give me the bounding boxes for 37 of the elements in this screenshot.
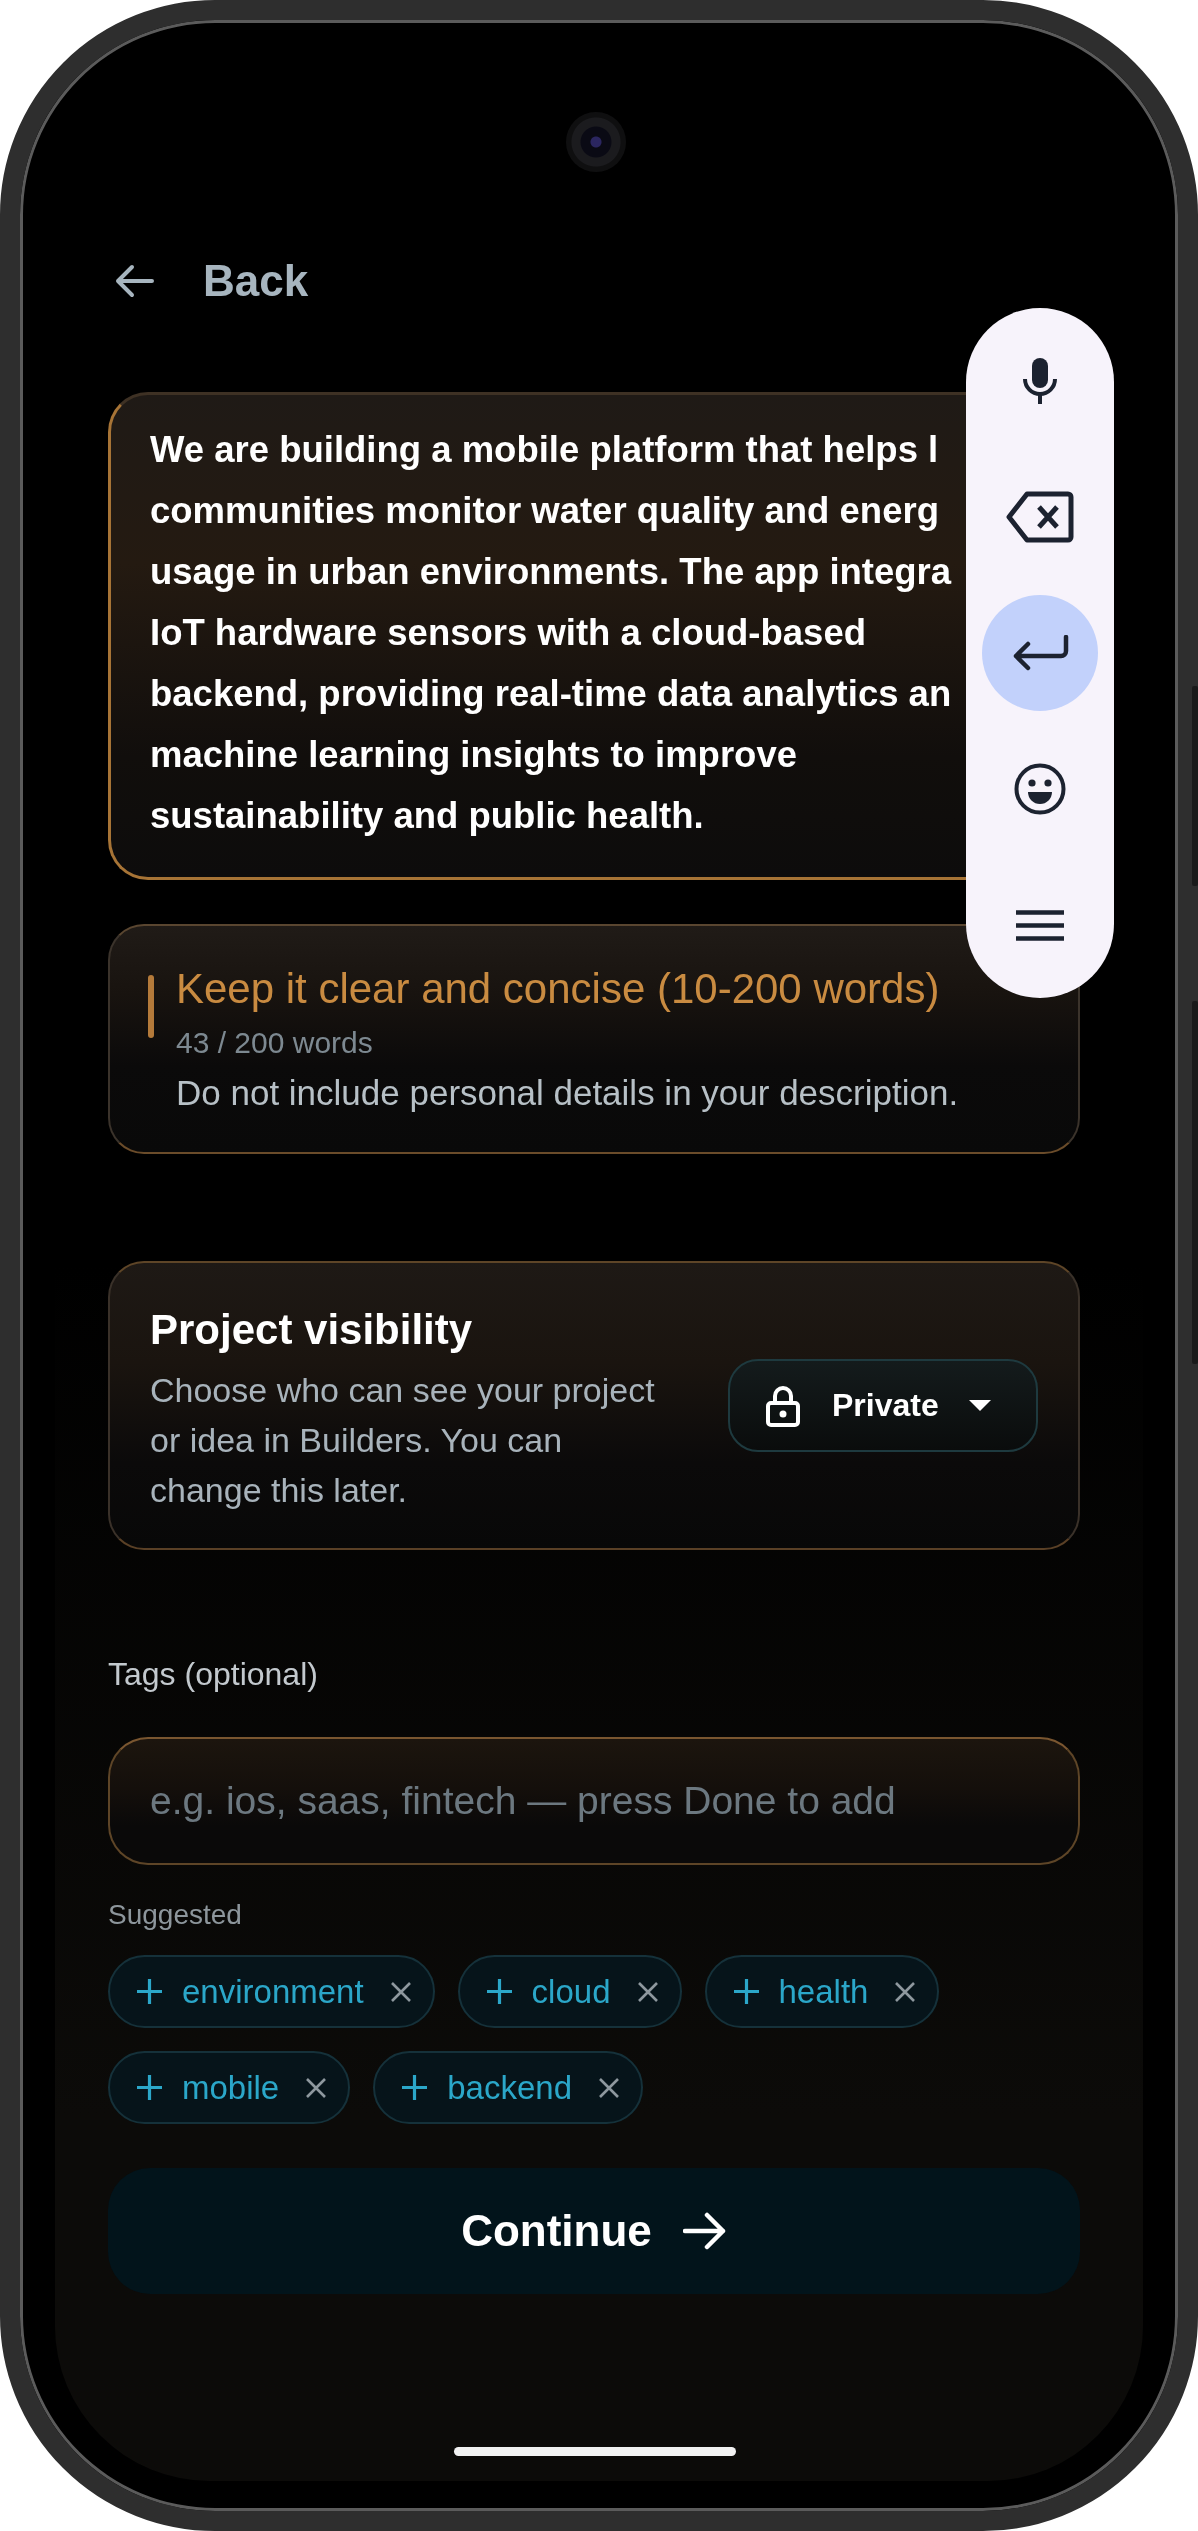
- tag-chip[interactable]: health: [704, 1955, 940, 2028]
- word-count: 43 / 200 words: [176, 1025, 374, 1061]
- backspace-icon[interactable]: [1006, 491, 1074, 543]
- accent-bar: [148, 975, 154, 1038]
- description-field[interactable]: We are building a mobile platform that helps l communities monitor water quality and energ usage in urban environments. The app integra IoT hardware sensors with a cloud-based backend, providing real-time data analytics an machine learning insights to improve sustainability and public health.: [108, 392, 966, 880]
- enter-icon: [1011, 635, 1069, 671]
- menu-icon[interactable]: [1016, 909, 1064, 941]
- smiley-icon[interactable]: [1014, 763, 1066, 815]
- tag-chip[interactable]: environment: [108, 1955, 435, 2028]
- arrow-right-icon: [682, 2212, 727, 2250]
- close-icon[interactable]: [599, 2077, 619, 2098]
- suggested-label: Suggested: [108, 1898, 243, 1932]
- plus-icon: [137, 2075, 162, 2100]
- tags-label: Tags (optional): [108, 1655, 319, 1694]
- visibility-dropdown[interactable]: Private: [728, 1359, 1038, 1452]
- caret-icon: [968, 1400, 991, 1411]
- close-icon[interactable]: [895, 1981, 916, 2002]
- tag-chip[interactable]: cloud: [457, 1955, 682, 2028]
- back-button[interactable]: Back: [114, 251, 309, 311]
- hint-note: Do not include personal details in your description.: [176, 1072, 959, 1114]
- lock-icon: [766, 1384, 800, 1427]
- visibility-description: Choose who can see your project or idea in Builders. You can change this later.: [150, 1370, 656, 1511]
- microphone-icon[interactable]: [1022, 357, 1058, 405]
- plus-icon: [402, 2075, 428, 2100]
- arrow-left-icon: [114, 264, 154, 298]
- continue-button[interactable]: Continue: [108, 2168, 1080, 2294]
- close-icon[interactable]: [306, 2077, 327, 2098]
- tags-input[interactable]: e.g. ios, saas, fintech — press Done to add: [108, 1737, 1080, 1865]
- plus-icon: [486, 1979, 512, 2004]
- close-icon[interactable]: [637, 1981, 658, 2002]
- visibility-title: Project visibility: [150, 1305, 474, 1355]
- close-icon[interactable]: [390, 1981, 411, 2002]
- tag-chip[interactable]: mobile: [108, 2051, 351, 2124]
- hint-title: Keep it clear and concise (10-200 words): [176, 964, 941, 1014]
- tag-chip[interactable]: backend: [373, 2051, 643, 2124]
- plus-icon: [137, 1979, 162, 2004]
- plus-icon: [733, 1979, 759, 2004]
